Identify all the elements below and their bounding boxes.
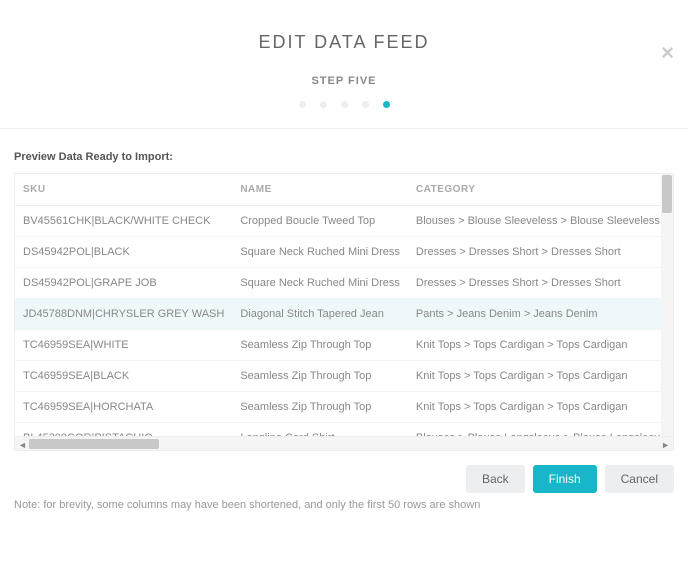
preview-label: Preview Data Ready to Import: bbox=[14, 151, 674, 163]
cell-name: Square Neck Ruched Mini Dress bbox=[232, 268, 408, 299]
cell-name: Cropped Boucle Tweed Top bbox=[232, 206, 408, 237]
col-header-sku[interactable]: SKU bbox=[15, 174, 232, 206]
cell-category: Knit Tops > Tops Cardigan > Tops Cardiga… bbox=[408, 330, 673, 361]
preview-table: SKU NAME CATEGORY DESCRIPTION BV45561CHK… bbox=[15, 174, 673, 436]
table-row[interactable]: BV45561CHK|BLACK/WHITE CHECKCropped Bouc… bbox=[15, 206, 673, 237]
cell-name: Longline Cord Shirt bbox=[232, 423, 408, 437]
back-button[interactable]: Back bbox=[466, 465, 525, 493]
page-title: EDIT DATA FEED bbox=[0, 32, 688, 53]
table-row[interactable]: BL45309COR|PISTACHIOLongline Cord ShirtB… bbox=[15, 423, 673, 437]
table-row[interactable]: DS45942POL|BLACKSquare Neck Ruched Mini … bbox=[15, 237, 673, 268]
scroll-right-arrow-icon[interactable]: ► bbox=[661, 440, 670, 450]
cell-category: Pants > Jeans Denim > Jeans Denim bbox=[408, 299, 673, 330]
table-row[interactable]: TC46959SEA|WHITESeamless Zip Through Top… bbox=[15, 330, 673, 361]
horizontal-scrollbar[interactable]: ◄ ► bbox=[15, 436, 673, 450]
step-dot-3[interactable] bbox=[341, 101, 348, 108]
cell-category: Blouses > Blouse Longsleeve > Blouse Lon… bbox=[408, 423, 673, 437]
cell-name: Seamless Zip Through Top bbox=[232, 330, 408, 361]
preview-table-container: SKU NAME CATEGORY DESCRIPTION BV45561CHK… bbox=[14, 173, 674, 451]
cell-sku: DS45942POL|BLACK bbox=[15, 237, 232, 268]
cell-category: Knit Tops > Tops Cardigan > Tops Cardiga… bbox=[408, 361, 673, 392]
cell-category: Blouses > Blouse Sleeveless > Blouse Sle… bbox=[408, 206, 673, 237]
horizontal-scroll-thumb[interactable] bbox=[29, 439, 159, 449]
table-row[interactable]: TC46959SEA|BLACKSeamless Zip Through Top… bbox=[15, 361, 673, 392]
step-dot-2[interactable] bbox=[320, 101, 327, 108]
cell-name: Seamless Zip Through Top bbox=[232, 361, 408, 392]
step-dot-4[interactable] bbox=[362, 101, 369, 108]
col-header-category[interactable]: CATEGORY bbox=[408, 174, 673, 206]
table-row[interactable]: DS45942POL|GRAPE JOBSquare Neck Ruched M… bbox=[15, 268, 673, 299]
vertical-scroll-thumb[interactable] bbox=[662, 175, 672, 213]
finish-button[interactable]: Finish bbox=[533, 465, 597, 493]
cell-sku: TC46959SEA|HORCHATA bbox=[15, 392, 232, 423]
footer-note: Note: for brevity, some columns may have… bbox=[0, 499, 688, 511]
col-header-name[interactable]: NAME bbox=[232, 174, 408, 206]
cell-sku: TC46959SEA|BLACK bbox=[15, 361, 232, 392]
cell-sku: BL45309COR|PISTACHIO bbox=[15, 423, 232, 437]
table-row[interactable]: JD45788DNM|CHRYSLER GREY WASHDiagonal St… bbox=[15, 299, 673, 330]
vertical-scrollbar[interactable] bbox=[661, 174, 673, 436]
close-icon[interactable]: × bbox=[661, 40, 674, 66]
cell-category: Dresses > Dresses Short > Dresses Short bbox=[408, 237, 673, 268]
table-row[interactable]: TC46959SEA|HORCHATASeamless Zip Through … bbox=[15, 392, 673, 423]
cell-sku: DS45942POL|GRAPE JOB bbox=[15, 268, 232, 299]
step-label: STEP FIVE bbox=[0, 75, 688, 87]
cell-name: Square Neck Ruched Mini Dress bbox=[232, 237, 408, 268]
cell-category: Knit Tops > Tops Cardigan > Tops Cardiga… bbox=[408, 392, 673, 423]
footer-buttons: Back Finish Cancel bbox=[0, 451, 688, 499]
step-dot-1[interactable] bbox=[299, 101, 306, 108]
cell-name: Diagonal Stitch Tapered Jean bbox=[232, 299, 408, 330]
scroll-left-arrow-icon[interactable]: ◄ bbox=[18, 440, 27, 450]
step-dots bbox=[0, 101, 688, 108]
cell-sku: JD45788DNM|CHRYSLER GREY WASH bbox=[15, 299, 232, 330]
step-dot-5[interactable] bbox=[383, 101, 390, 108]
cell-sku: TC46959SEA|WHITE bbox=[15, 330, 232, 361]
cell-category: Dresses > Dresses Short > Dresses Short bbox=[408, 268, 673, 299]
cell-name: Seamless Zip Through Top bbox=[232, 392, 408, 423]
cell-sku: BV45561CHK|BLACK/WHITE CHECK bbox=[15, 206, 232, 237]
cancel-button[interactable]: Cancel bbox=[605, 465, 674, 493]
